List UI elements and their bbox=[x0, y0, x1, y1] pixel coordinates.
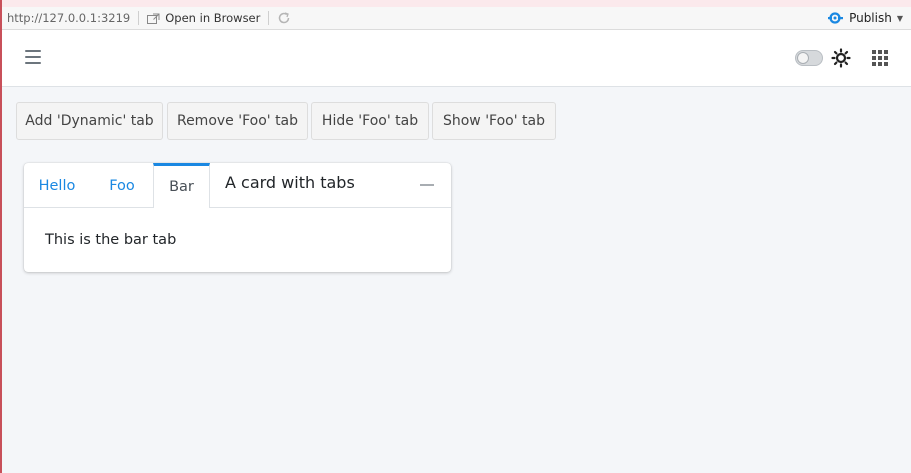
toolbar-divider bbox=[138, 11, 140, 25]
tabs-card: Hello Foo Bar A card with tabs This is t… bbox=[24, 163, 451, 272]
apps-grid-icon[interactable] bbox=[871, 49, 889, 67]
publish-button[interactable]: Publish ▼ bbox=[828, 11, 903, 25]
open-in-browser-icon bbox=[147, 13, 160, 24]
open-in-browser-label: Open in Browser bbox=[165, 11, 261, 25]
hamburger-icon[interactable] bbox=[25, 50, 41, 66]
open-in-browser-button[interactable]: Open in Browser bbox=[147, 11, 260, 25]
app-navbar bbox=[2, 30, 911, 87]
show-foo-tab-button[interactable]: Show 'Foo' tab bbox=[432, 102, 556, 140]
publish-label: Publish bbox=[849, 11, 892, 25]
refresh-icon[interactable] bbox=[277, 11, 291, 25]
card-body-text: This is the bar tab bbox=[45, 232, 177, 248]
tab-hello[interactable]: Hello bbox=[24, 163, 90, 208]
add-dynamic-tab-button[interactable]: Add 'Dynamic' tab bbox=[16, 102, 163, 140]
viewer-url[interactable]: http://127.0.0.1:3219 bbox=[7, 11, 130, 25]
card-header: Hello Foo Bar A card with tabs bbox=[24, 163, 451, 208]
card-title: A card with tabs bbox=[225, 173, 355, 192]
sun-icon[interactable] bbox=[831, 48, 851, 68]
tab-foo[interactable]: Foo bbox=[90, 163, 154, 208]
tab-bar[interactable]: Bar bbox=[153, 163, 210, 208]
publish-icon bbox=[828, 12, 844, 24]
collapse-icon[interactable] bbox=[420, 184, 434, 186]
hide-foo-tab-button[interactable]: Hide 'Foo' tab bbox=[311, 102, 429, 140]
toolbar-divider bbox=[268, 11, 270, 25]
caret-down-icon: ▼ bbox=[896, 13, 903, 23]
toggle-knob bbox=[797, 52, 809, 64]
viewer-toolbar: http://127.0.0.1:3219 Open in Browser Pu… bbox=[2, 0, 911, 30]
remove-foo-tab-button[interactable]: Remove 'Foo' tab bbox=[167, 102, 308, 140]
dark-mode-toggle[interactable] bbox=[795, 50, 823, 66]
